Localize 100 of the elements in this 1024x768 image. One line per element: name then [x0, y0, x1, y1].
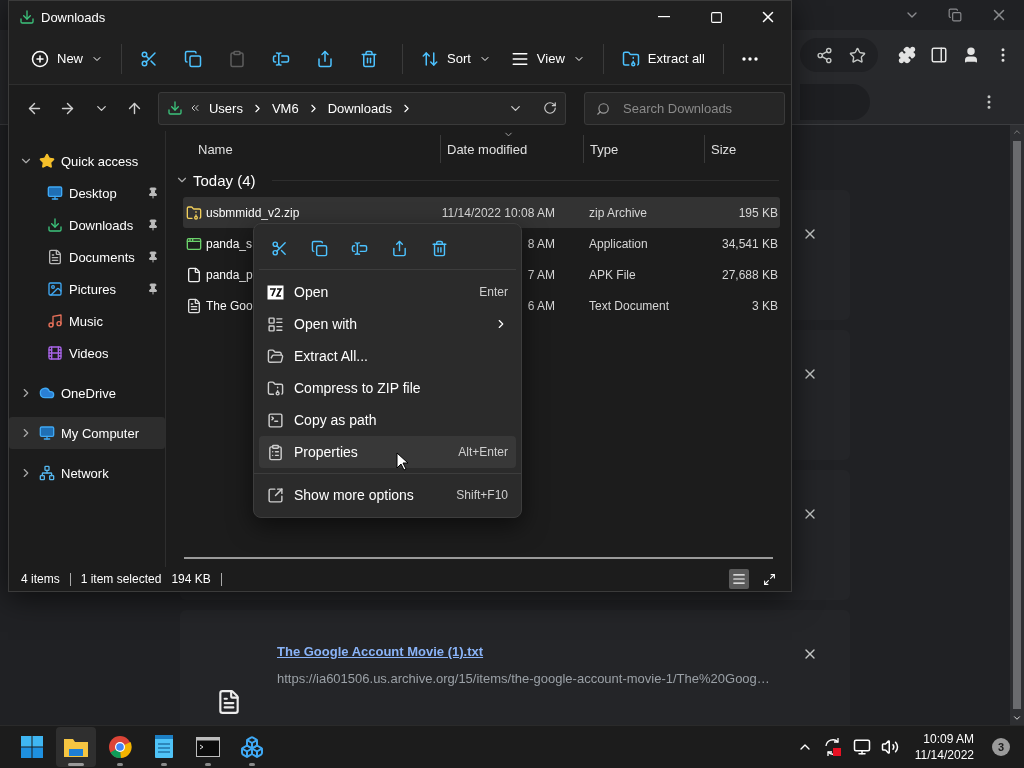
- address-bar[interactable]: [800, 38, 878, 72]
- shortcut-text: Shift+F10: [456, 488, 508, 502]
- menu-item[interactable]: Open Enter: [259, 276, 516, 308]
- apps-icon: [267, 315, 284, 333]
- file-row[interactable]: usbmmidd_v2.zip 11/14/2022 10:08 AM zip Archive 195 KB: [183, 197, 780, 228]
- network-icon[interactable]: [852, 738, 871, 756]
- menu-label: Compress to ZIP file: [294, 380, 422, 396]
- sidebar-item[interactable]: My Computer: [9, 417, 165, 449]
- menu-item[interactable]: Copy as path: [259, 404, 516, 436]
- network-icon: [39, 465, 55, 481]
- side-panel-icon[interactable]: [930, 46, 948, 64]
- notepad-icon: [154, 735, 174, 759]
- rename-icon: [350, 240, 368, 257]
- share-icon[interactable]: [816, 46, 833, 64]
- sidebar-item[interactable]: OneDrive: [9, 377, 165, 409]
- notification-badge[interactable]: 3: [992, 738, 1010, 756]
- cubes-icon: [240, 735, 264, 759]
- file-name: panda_p: [206, 267, 253, 282]
- download-icon: [166, 100, 183, 116]
- breadcrumb-item[interactable]: Users: [206, 100, 245, 116]
- type-cell-text: Text Document: [588, 298, 671, 313]
- sidebar-item[interactable]: Music: [9, 305, 165, 337]
- column-header[interactable]: Date modified: [440, 135, 583, 163]
- selection-info: 1 item selected: [80, 572, 162, 586]
- scrollbar[interactable]: [184, 557, 773, 559]
- window-title: Downloads: [41, 9, 107, 25]
- menu-item[interactable]: Extract All...: [259, 340, 516, 372]
- file-link[interactable]: The Google Account Movie (1).txt: [277, 644, 484, 659]
- profile-icon[interactable]: [962, 46, 980, 64]
- menu-item[interactable]: Compress to ZIP file: [259, 372, 516, 404]
- scrollbar[interactable]: [1010, 125, 1024, 725]
- menu-label: Show more options: [294, 487, 415, 503]
- bookmark-star-icon[interactable]: [849, 46, 866, 64]
- sync-icon[interactable]: [822, 737, 843, 757]
- sidebar-item[interactable]: Pictures: [9, 273, 165, 305]
- menu-label: Extract All...: [294, 348, 369, 364]
- sidebar-item[interactable]: Desktop: [9, 177, 165, 209]
- menu-label: Copy as path: [294, 412, 378, 428]
- share-icon: [316, 49, 334, 68]
- details-icon: [732, 572, 746, 586]
- more-icon: [741, 56, 758, 61]
- breadcrumb-item[interactable]: VM6: [269, 100, 301, 116]
- cut-icon: [140, 49, 158, 68]
- menu-label: Open with: [294, 316, 359, 332]
- scroll-down-icon[interactable]: [1012, 713, 1022, 723]
- zip-folder-icon: [267, 379, 284, 397]
- menu-item[interactable]: Show more options Shift+F10: [259, 479, 516, 511]
- menu-label: Open: [294, 284, 330, 300]
- extensions-icon[interactable]: [898, 46, 916, 64]
- size-cell-text: 27,688 KB: [721, 267, 779, 282]
- refresh-icon[interactable]: [543, 101, 557, 115]
- document-icon: [47, 249, 63, 265]
- sidebar-item[interactable]: Downloads: [9, 209, 165, 241]
- sidebar-item[interactable]: Quick access: [9, 145, 165, 177]
- download-icon: [47, 217, 63, 233]
- sidebar-item[interactable]: Documents: [9, 241, 165, 273]
- picture-icon: [47, 281, 63, 297]
- date-cell-text: 6 AM: [527, 298, 556, 313]
- group-header[interactable]: Today (4): [193, 171, 256, 189]
- copy-icon: [184, 49, 202, 68]
- app-icon: [186, 235, 202, 252]
- menu-item[interactable]: Properties Alt+Enter: [259, 436, 516, 468]
- new-button[interactable]: New: [23, 40, 111, 77]
- expand-icon: [267, 486, 284, 504]
- folder-icon: [267, 347, 284, 365]
- column-header[interactable]: Type: [583, 135, 704, 163]
- rename-icon: [272, 49, 290, 68]
- breadcrumb-item[interactable]: Downloads: [325, 100, 394, 116]
- sort-icon: [421, 49, 439, 68]
- search-field[interactable]: Search Downloads: [584, 91, 785, 125]
- archive-app-icon: [267, 284, 284, 300]
- type-cell-text: Application: [588, 236, 649, 251]
- size-cell-text: 34,541 KB: [721, 236, 779, 251]
- trash-icon: [360, 49, 378, 68]
- folder-icon: [63, 736, 89, 758]
- restore-icon[interactable]: [948, 8, 962, 22]
- column-header[interactable]: Size: [704, 135, 782, 163]
- terminal-icon: [196, 737, 220, 757]
- file-name: The Goo: [206, 298, 253, 313]
- text-file-icon: [186, 297, 202, 314]
- selection-size: 194 KB: [171, 572, 211, 586]
- sort-button[interactable]: Sort: [413, 40, 499, 77]
- share-icon: [390, 240, 408, 257]
- archive-icon: [186, 204, 202, 221]
- extract-all-button[interactable]: Extract all: [613, 40, 713, 77]
- sidebar-item[interactable]: Network: [9, 457, 165, 489]
- column-header[interactable]: Name: [183, 135, 440, 163]
- star-icon: [39, 153, 55, 169]
- size-cell-text: 195 KB: [738, 205, 779, 220]
- sidebar-item[interactable]: Videos: [9, 337, 165, 369]
- clock[interactable]: 10:09 AM 11/14/2022: [914, 731, 974, 763]
- menu-item[interactable]: Open with: [259, 308, 516, 340]
- details-view-button[interactable]: [729, 569, 749, 589]
- address-field[interactable]: Users VM6 Downloads: [157, 91, 566, 125]
- taskbar-app[interactable]: [56, 727, 96, 767]
- music-icon: [47, 313, 63, 329]
- volume-icon[interactable]: [880, 738, 899, 756]
- source-url: https://ia601506.us.archive.org/15/items/the-google-account-movie-1/The%20Goog…: [277, 671, 771, 686]
- file-name: panda_s: [206, 236, 253, 251]
- view-button[interactable]: View: [502, 40, 593, 77]
